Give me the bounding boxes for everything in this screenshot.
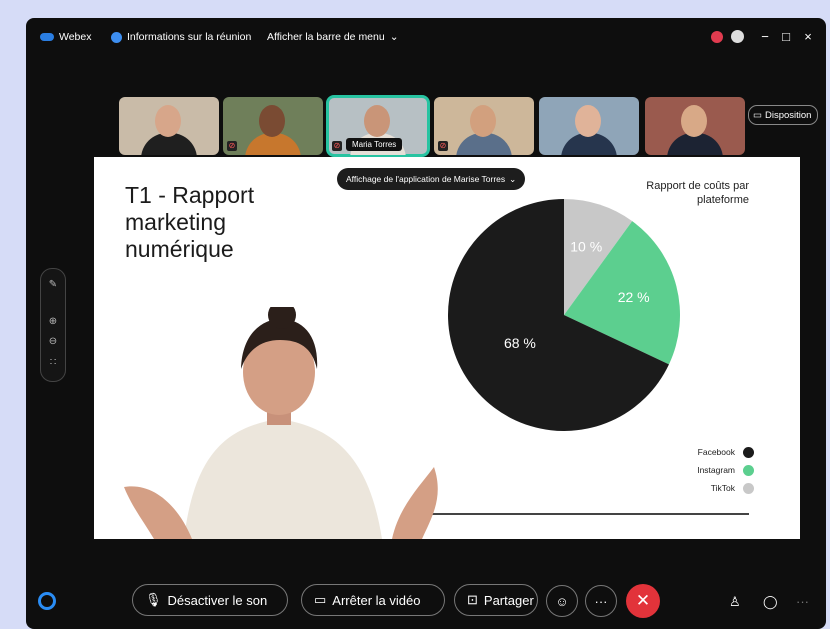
- meeting-info-button[interactable]: Informations sur la réunion: [111, 31, 251, 43]
- participant-face: [155, 105, 181, 137]
- participant-face: [470, 105, 496, 137]
- pie-label-tiktok: 10 %: [570, 239, 602, 255]
- side-tool-rail: ✎ ⊕ ⊖ ∷: [40, 268, 66, 382]
- stop-video-label: Arrêter la vidéo: [332, 592, 421, 608]
- pie-label-instagram: 22 %: [618, 289, 650, 305]
- participant-face: [575, 105, 601, 137]
- camera-icon: ▭: [314, 592, 327, 607]
- participant-thumbnail[interactable]: ⊘: [223, 97, 323, 155]
- legend-label: TikTok: [710, 483, 735, 493]
- share-button[interactable]: ⊡ Partager: [454, 584, 538, 616]
- menu-bar-toggle[interactable]: Afficher la barre de menu ⌄: [267, 31, 399, 43]
- webex-logo-icon: [40, 33, 54, 41]
- more-options-button[interactable]: ···: [585, 585, 617, 617]
- mute-label: Désactiver le son: [167, 592, 268, 608]
- close-icon[interactable]: ×: [800, 28, 816, 44]
- participant-thumbnail[interactable]: ⊘ Maria Torres: [326, 95, 430, 157]
- zoom-in-icon[interactable]: ⊕: [41, 316, 65, 327]
- layout-button[interactable]: ▭ Disposition: [748, 105, 819, 125]
- close-icon: ✕: [635, 591, 651, 610]
- menu-bar-toggle-label: Afficher la barre de menu: [267, 31, 385, 43]
- participant-name: Maria Torres: [346, 138, 403, 151]
- participant-thumbnail[interactable]: [645, 97, 745, 155]
- microphone-icon: 🎙: [145, 592, 162, 607]
- pointer-icon[interactable]: ✎: [41, 279, 65, 290]
- minimize-icon[interactable]: −: [757, 28, 773, 44]
- chevron-down-icon: ⌄: [509, 173, 517, 184]
- layout-icon: ▭: [753, 109, 762, 121]
- chart-legend: Facebook Instagram TikTok: [654, 443, 754, 497]
- webex-logo[interactable]: Webex: [40, 31, 92, 43]
- legend-item: TikTok: [654, 479, 754, 497]
- participant-face: [681, 105, 707, 137]
- stop-video-button[interactable]: ▭ Arrêter la vidéo: [301, 584, 445, 616]
- presenter-video: [124, 307, 438, 539]
- emoji-icon: ☺: [555, 593, 569, 609]
- meeting-info-label: Informations sur la réunion: [127, 31, 252, 43]
- share-view-label: Affichage de l'application de Marise Tor…: [346, 174, 506, 184]
- participant-thumbnail[interactable]: [119, 97, 219, 155]
- profile-avatar-icon[interactable]: [731, 30, 744, 43]
- muted-mic-icon: ⊘: [438, 141, 448, 151]
- more-icon[interactable]: ···: [796, 594, 809, 609]
- legend-item: Instagram: [654, 461, 754, 479]
- webex-assistant-icon[interactable]: [38, 592, 56, 610]
- webex-window: Webex Informations sur la réunion Affich…: [26, 18, 826, 629]
- legend-swatch: [743, 482, 754, 494]
- title-bar: Webex Informations sur la réunion Affich…: [26, 18, 826, 56]
- legend-label: Instagram: [697, 465, 735, 475]
- app-name: Webex: [59, 31, 92, 43]
- legend-label: Facebook: [697, 447, 735, 457]
- legend-item: Facebook: [654, 443, 754, 461]
- pie-chart: 10 % 22 % 68 %: [448, 199, 680, 431]
- participant-thumbnail[interactable]: ⊘: [434, 97, 534, 155]
- pie-label-facebook: 68 %: [504, 335, 536, 351]
- leave-meeting-button[interactable]: ✕: [626, 584, 660, 618]
- participants-icon[interactable]: ♙: [729, 594, 741, 610]
- maximize-icon[interactable]: □: [778, 28, 794, 44]
- info-icon: [111, 31, 122, 43]
- share-label: Partager: [483, 592, 534, 608]
- shared-slide: T1 - Rapport marketing numérique Afficha…: [94, 157, 800, 539]
- legend-swatch: [743, 464, 754, 476]
- muted-mic-icon: ⊘: [227, 141, 237, 151]
- participant-thumbnail[interactable]: [539, 97, 639, 155]
- chevron-down-icon: ⌄: [389, 31, 399, 43]
- slide-divider: [429, 513, 749, 515]
- layout-button-label: Disposition: [764, 109, 812, 121]
- chat-icon[interactable]: ◯: [763, 594, 778, 610]
- share-view-pill[interactable]: Affichage de l'application de Marise Tor…: [337, 168, 526, 190]
- reactions-button[interactable]: ☺: [546, 585, 578, 617]
- muted-mic-icon: ⊘: [332, 141, 342, 151]
- participant-face: [259, 105, 285, 137]
- legend-swatch: [743, 446, 754, 458]
- participant-face: [364, 105, 390, 137]
- share-screen-icon: ⊡: [467, 592, 478, 607]
- grid-icon[interactable]: ∷: [41, 357, 65, 368]
- slide-title: T1 - Rapport marketing numérique: [125, 182, 255, 262]
- ellipsis-icon: ···: [594, 593, 608, 609]
- recording-icon[interactable]: [711, 31, 723, 43]
- mute-button[interactable]: 🎙 Désactiver le son: [132, 584, 288, 616]
- zoom-out-icon[interactable]: ⊖: [41, 336, 65, 347]
